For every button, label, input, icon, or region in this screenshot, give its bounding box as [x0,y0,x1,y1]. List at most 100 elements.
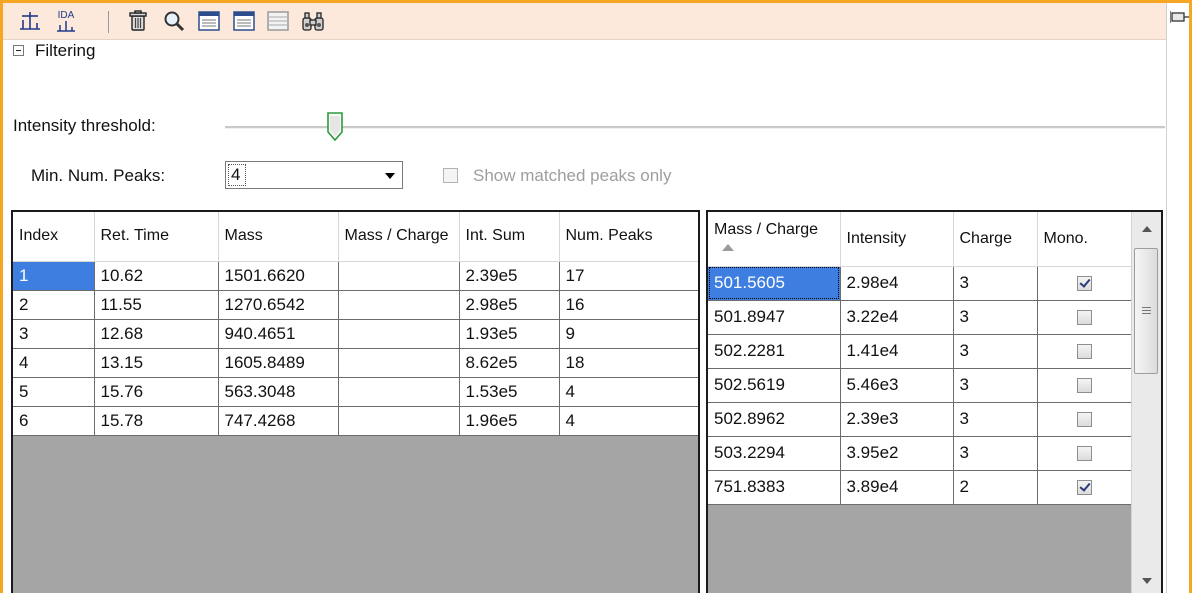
cell-ret-time[interactable]: 13.15 [94,348,219,378]
cell-mass[interactable]: 563.3048 [218,377,339,407]
cell-num-peaks[interactable]: 18 [559,348,698,378]
ida-spectrum-icon[interactable]: IDA [53,9,79,33]
table-row[interactable]: 751.8383 3.89e4 2 [708,470,1132,505]
cell-mass-charge[interactable]: 502.8962 [708,402,841,437]
peak-table-scrollbar[interactable] [1131,212,1161,593]
cell-mass[interactable]: 1270.6542 [218,290,339,320]
cell-charge[interactable]: 3 [953,436,1038,471]
cell-int-sum[interactable]: 8.62e5 [459,348,560,378]
cell-mass-charge[interactable]: 501.5605 [708,266,841,301]
binoculars-icon[interactable] [300,9,326,33]
mono-checkbox[interactable] [1076,310,1092,326]
table-row[interactable]: 501.5605 2.98e4 3 [708,266,1132,301]
col-header-mono[interactable]: Mono. [1037,212,1132,267]
cell-mass-charge[interactable] [338,406,460,436]
mono-checkbox[interactable] [1076,446,1092,462]
intensity-threshold-slider[interactable] [225,126,1165,129]
cell-charge[interactable]: 3 [953,300,1038,335]
cell-mass-charge[interactable] [338,319,460,349]
slider-thumb-icon[interactable] [326,112,344,147]
cell-num-peaks[interactable]: 4 [559,406,698,436]
cell-charge[interactable]: 3 [953,266,1038,301]
scroll-up-icon[interactable] [1142,226,1152,232]
search-icon[interactable] [161,9,187,33]
table-row[interactable]: 501.8947 3.22e4 3 [708,300,1132,335]
cell-index[interactable]: 4 [13,348,95,378]
cell-mass[interactable]: 747.4268 [218,406,339,436]
table-view-icon[interactable] [196,9,222,33]
cell-mass-charge[interactable] [338,290,460,320]
cell-mass[interactable]: 1501.6620 [218,261,339,291]
col-header-mass-charge[interactable]: Mass / Charge [708,212,841,267]
scroll-thumb[interactable] [1134,248,1158,374]
chevron-down-icon[interactable] [385,173,395,179]
cell-ret-time[interactable]: 12.68 [94,319,219,349]
min-num-peaks-select[interactable]: 4 [225,161,403,189]
cell-int-sum[interactable]: 2.98e5 [459,290,560,320]
cell-int-sum[interactable]: 1.53e5 [459,377,560,407]
table-row[interactable]: 502.5619 5.46e3 3 [708,368,1132,403]
cell-index[interactable]: 6 [13,406,95,436]
pin-icon[interactable] [1169,9,1189,32]
cell-num-peaks[interactable]: 16 [559,290,698,320]
spectrum-peak-icon[interactable] [17,9,43,33]
mono-checkbox[interactable] [1076,378,1092,394]
mono-checkbox[interactable] [1076,480,1092,496]
cell-num-peaks[interactable]: 4 [559,377,698,407]
cell-index[interactable]: 3 [13,319,95,349]
table-row[interactable]: 3 12.68 940.4651 1.93e5 9 [13,319,698,349]
cell-intensity[interactable]: 3.89e4 [840,470,954,505]
cell-int-sum[interactable]: 1.93e5 [459,319,560,349]
filtering-collapse-toggle[interactable] [13,45,24,56]
delete-icon[interactable] [125,9,151,33]
cell-intensity[interactable]: 2.39e3 [840,402,954,437]
cell-ret-time[interactable]: 10.62 [94,261,219,291]
show-matched-peaks-checkbox[interactable] [443,168,458,183]
cell-mass-charge[interactable]: 503.2294 [708,436,841,471]
col-header-num-peaks[interactable]: Num. Peaks [559,212,698,262]
cell-index[interactable]: 2 [13,290,95,320]
cell-mass-charge[interactable]: 502.5619 [708,368,841,403]
table-row[interactable]: 5 15.76 563.3048 1.53e5 4 [13,377,698,407]
cell-index[interactable]: 5 [13,377,95,407]
cell-ret-time[interactable]: 15.76 [94,377,219,407]
cell-charge[interactable]: 3 [953,368,1038,403]
cell-int-sum[interactable]: 2.39e5 [459,261,560,291]
col-header-mass-charge[interactable]: Mass / Charge [338,212,460,262]
cell-intensity[interactable]: 3.22e4 [840,300,954,335]
cell-mass-charge[interactable] [338,377,460,407]
cell-mass-charge[interactable]: 502.2281 [708,334,841,369]
col-header-mass[interactable]: Mass [218,212,339,262]
col-header-int-sum[interactable]: Int. Sum [459,212,560,262]
cell-mass[interactable]: 1605.8489 [218,348,339,378]
mono-checkbox[interactable] [1076,412,1092,428]
cell-int-sum[interactable]: 1.96e5 [459,406,560,436]
cell-mass-charge[interactable] [338,348,460,378]
cell-num-peaks[interactable]: 9 [559,319,698,349]
table-view-2-icon[interactable] [231,9,257,33]
col-header-charge[interactable]: Charge [953,212,1038,267]
cell-intensity[interactable]: 1.41e4 [840,334,954,369]
table-row[interactable]: 4 13.15 1605.8489 8.62e5 18 [13,348,698,378]
mono-checkbox[interactable] [1076,276,1092,292]
mono-checkbox[interactable] [1076,344,1092,360]
cell-charge[interactable]: 3 [953,334,1038,369]
cell-num-peaks[interactable]: 17 [559,261,698,291]
table-row[interactable]: 503.2294 3.95e2 3 [708,436,1132,471]
scroll-down-icon[interactable] [1142,578,1152,584]
col-header-index[interactable]: Index [13,212,95,262]
cell-mass[interactable]: 940.4651 [218,319,339,349]
table-row[interactable]: 6 15.78 747.4268 1.96e5 4 [13,406,698,436]
col-header-ret-time[interactable]: Ret. Time [94,212,219,262]
cell-ret-time[interactable]: 11.55 [94,290,219,320]
table-row[interactable]: 502.8962 2.39e3 3 [708,402,1132,437]
table-row[interactable]: 2 11.55 1270.6542 2.98e5 16 [13,290,698,320]
cell-ret-time[interactable]: 15.78 [94,406,219,436]
cell-charge[interactable]: 2 [953,470,1038,505]
cell-index[interactable]: 1 [13,261,95,291]
cell-intensity[interactable]: 2.98e4 [840,266,954,301]
cell-intensity[interactable]: 5.46e3 [840,368,954,403]
cell-mass-charge[interactable] [338,261,460,291]
table-row[interactable]: 502.2281 1.41e4 3 [708,334,1132,369]
col-header-intensity[interactable]: Intensity [840,212,954,267]
